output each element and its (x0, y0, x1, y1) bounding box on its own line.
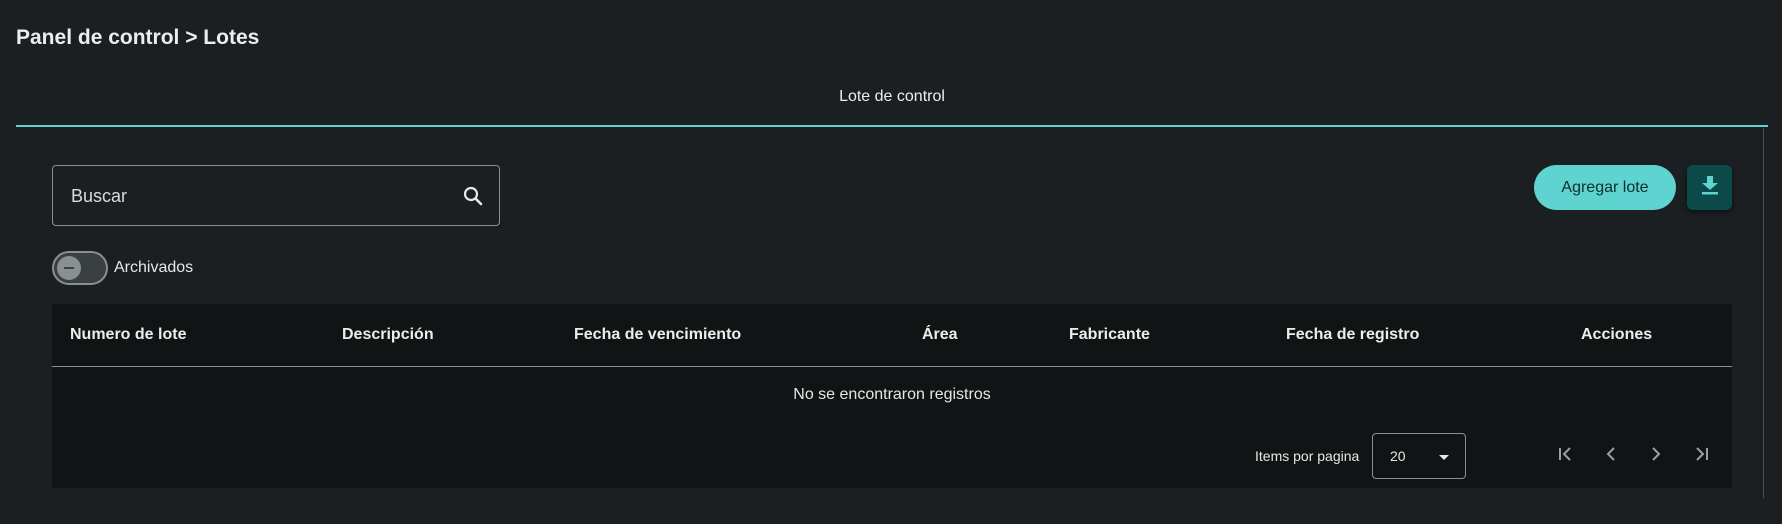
tab-lote-de-control[interactable]: Lote de control (16, 88, 1768, 126)
column-header-area: Área (922, 326, 958, 343)
items-per-page-label: Items por pagina (1255, 448, 1360, 464)
scrollbar[interactable] (1763, 128, 1764, 498)
first-page-icon (1556, 444, 1576, 469)
next-page-button[interactable] (1642, 442, 1670, 470)
page-size-select[interactable]: 20 (1372, 433, 1466, 479)
add-lote-button[interactable]: Agregar lote (1534, 165, 1676, 210)
empty-message: No se encontraron registros (793, 386, 991, 403)
chevron-down-icon (1439, 455, 1449, 460)
toggle-knob (57, 256, 81, 280)
archived-toggle-row[interactable]: Archivados (52, 250, 193, 286)
last-page-icon (1691, 444, 1711, 469)
page-size-value: 20 (1390, 448, 1406, 464)
download-icon (1700, 174, 1720, 201)
column-header-fecha-vencimiento: Fecha de vencimiento (574, 326, 742, 343)
column-header-fabricante: Fabricante (1069, 326, 1150, 343)
archived-toggle[interactable] (52, 251, 108, 285)
active-tab-indicator (16, 125, 1768, 127)
last-page-button[interactable] (1687, 442, 1715, 470)
previous-page-button[interactable] (1597, 442, 1625, 470)
breadcrumb: Panel de control > Lotes (16, 26, 260, 49)
column-header-numero-lote: Numero de lote (70, 326, 187, 343)
search-icon[interactable] (461, 184, 485, 208)
column-header-descripcion: Descripción (342, 326, 434, 343)
chevron-right-icon (1646, 444, 1666, 469)
archived-label: Archivados (114, 259, 194, 276)
first-page-button[interactable] (1552, 442, 1580, 470)
search-field[interactable] (52, 165, 500, 226)
search-input[interactable] (69, 178, 433, 214)
table-header: Numero de lote Descripción Fecha de venc… (52, 304, 1732, 367)
chevron-left-icon (1601, 444, 1621, 469)
download-button[interactable] (1687, 165, 1732, 210)
column-header-fecha-registro: Fecha de registro (1286, 326, 1420, 343)
lotes-table: Numero de lote Descripción Fecha de venc… (52, 304, 1732, 488)
column-header-acciones: Acciones (1581, 326, 1653, 343)
